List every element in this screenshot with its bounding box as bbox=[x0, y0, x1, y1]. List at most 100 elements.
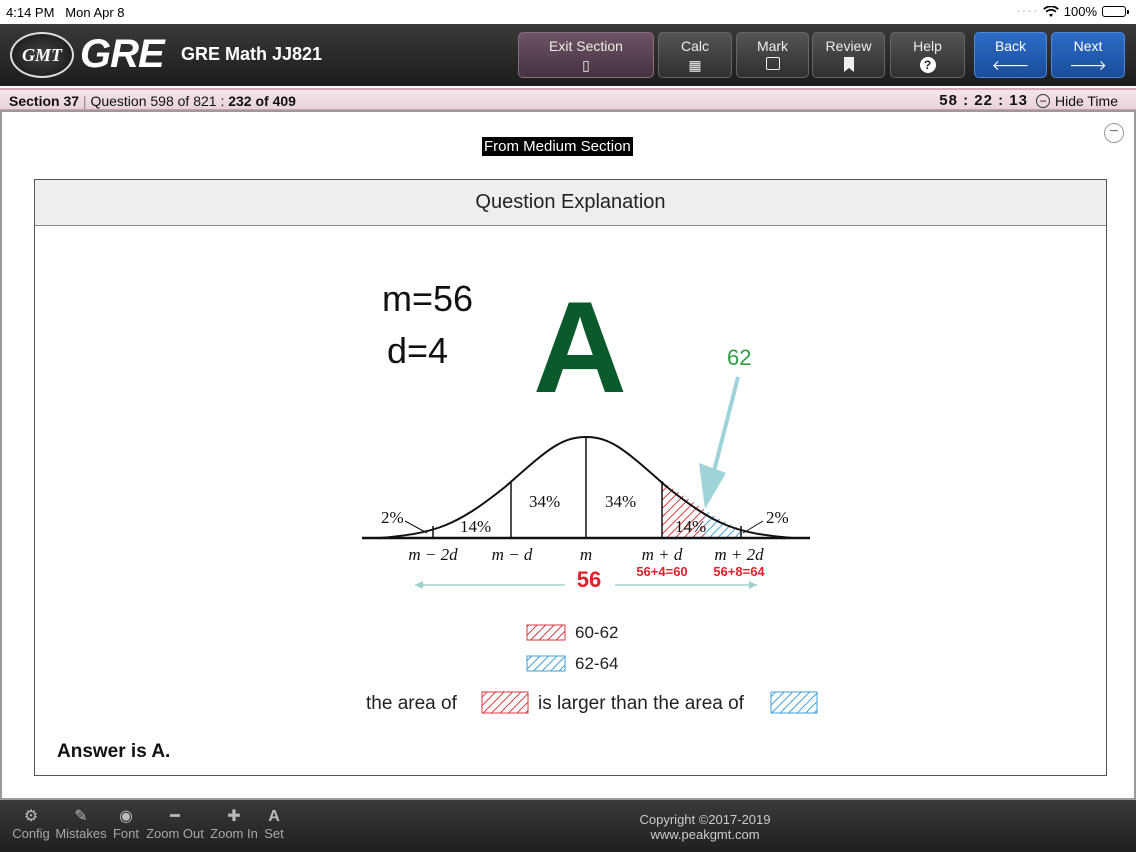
question-progress: 232 of 409 bbox=[228, 93, 296, 109]
tick-m-minus-2d: m − 2d bbox=[408, 545, 458, 564]
tick-m-plus-2d: m + 2d bbox=[714, 545, 764, 564]
calc-label: Calc bbox=[680, 38, 709, 54]
range-arrowhead-left bbox=[415, 581, 423, 589]
hide-time-label: Hide Time bbox=[1054, 92, 1118, 109]
exit-section-button[interactable]: Exit Section ▯ bbox=[518, 32, 654, 78]
next-label: Next bbox=[1073, 38, 1103, 54]
content-area: From Medium Section − Question Explanati… bbox=[0, 110, 1136, 800]
calc-button[interactable]: Calc ▦ bbox=[658, 32, 732, 78]
help-label: Help bbox=[913, 38, 942, 54]
target-icon: ◉ bbox=[119, 808, 133, 825]
comparison-prefix: the area of bbox=[366, 693, 458, 714]
tick-m: m bbox=[580, 545, 592, 564]
question-mark-icon: ? bbox=[919, 57, 936, 73]
font-a-icon: A bbox=[268, 808, 280, 825]
back-button[interactable]: Back 🡐 bbox=[974, 32, 1047, 78]
copyright-line2: www.peakgmt.com bbox=[650, 827, 760, 842]
battery-percent: 100% bbox=[1063, 4, 1097, 19]
minus-circle-icon: − bbox=[1035, 93, 1050, 108]
mean-label: m=56 bbox=[382, 278, 473, 319]
pct-center-right: 34% bbox=[605, 492, 636, 511]
wifi-icon bbox=[1042, 5, 1059, 17]
legend-red-label: 60-62 bbox=[575, 623, 618, 642]
explanation-panel: Question Explanation m=56 d=4 A 62 2% 14… bbox=[34, 179, 1107, 776]
minus-icon: ━ bbox=[170, 808, 180, 825]
next-button[interactable]: Next 🡒 bbox=[1051, 32, 1125, 78]
review-label: Review bbox=[825, 38, 872, 54]
mistakes-label: Mistakes bbox=[55, 826, 107, 841]
arrow-right-icon: 🡒 bbox=[1069, 57, 1107, 73]
copyright-line1: Copyright ©2017-2019 bbox=[639, 812, 771, 827]
hide-time-toggle[interactable]: − Hide Time bbox=[1035, 92, 1118, 109]
arrow-label-62: 62 bbox=[727, 345, 751, 370]
edit-icon: ✎ bbox=[74, 808, 88, 825]
plus-icon: ✚ bbox=[227, 808, 241, 825]
config-label: Config bbox=[12, 826, 50, 841]
zoom-in-label: Zoom In bbox=[210, 826, 258, 841]
review-button[interactable]: Review bbox=[812, 32, 885, 78]
mistakes-button[interactable]: ✎ Mistakes bbox=[54, 808, 108, 841]
pct-far-right: 2% bbox=[766, 508, 789, 527]
help-button[interactable]: Help ? bbox=[890, 32, 965, 78]
comparison-blue-swatch bbox=[770, 691, 818, 714]
pct-center-left: 34% bbox=[529, 492, 560, 511]
pointer-arrowhead bbox=[699, 463, 726, 509]
calculator-icon: ▦ bbox=[688, 57, 702, 73]
gre-logo: GRE bbox=[80, 32, 165, 76]
comparison-red-swatch bbox=[481, 691, 529, 714]
timer-area: 58 : 22 : 13 − Hide Time bbox=[939, 92, 1118, 109]
set-button[interactable]: A Set bbox=[262, 808, 286, 841]
ios-status-bar: 4:14 PM Mon Apr 8 ···· 100% bbox=[0, 0, 1136, 24]
status-time-date: 4:14 PM Mon Apr 8 bbox=[6, 5, 125, 20]
status-right: 100% bbox=[1042, 4, 1129, 19]
pct-right: 14% bbox=[675, 517, 706, 536]
zoom-out-button[interactable]: ━ Zoom Out bbox=[144, 808, 206, 841]
back-label: Back bbox=[994, 38, 1027, 54]
font-button[interactable]: ◉ Font bbox=[110, 808, 142, 841]
legend-blue-swatch bbox=[526, 655, 566, 672]
big-answer-letter: A bbox=[533, 274, 627, 420]
status-date: Mon Apr 8 bbox=[65, 5, 125, 20]
far-right-pointer bbox=[742, 520, 764, 534]
question-info: Question 598 of 821 bbox=[90, 93, 217, 109]
bookmark-icon bbox=[843, 57, 854, 72]
answer-text: Answer is A. bbox=[57, 741, 171, 762]
checkbox-icon bbox=[765, 57, 780, 70]
pct-far-left: 2% bbox=[381, 508, 404, 527]
section-label: Section 37 bbox=[9, 93, 80, 109]
tick-m-plus-d: m + d bbox=[642, 545, 683, 564]
font-label: Font bbox=[112, 826, 139, 841]
legend-red-swatch bbox=[526, 624, 566, 641]
tick-m-minus-d: m − d bbox=[492, 545, 533, 564]
calc-mean-value: 56 bbox=[577, 567, 601, 592]
zoom-out-label: Zoom Out bbox=[146, 826, 204, 841]
multitask-dots-icon: ···· bbox=[1016, 2, 1039, 18]
collapse-icon[interactable]: − bbox=[1104, 123, 1124, 143]
gear-icon: ⚙ bbox=[23, 808, 39, 825]
legend-blue-label: 62-64 bbox=[575, 654, 618, 673]
top-toolbar: GMT GRE GRE Math JJ821 Exit Section ▯ Ca… bbox=[0, 24, 1136, 86]
explanation-figure: m=56 d=4 A 62 2% 14% 34% 34% 14% 2% m − … bbox=[362, 274, 818, 714]
app-title: GRE Math JJ821 bbox=[181, 44, 323, 64]
pointer-arrow-shaft bbox=[709, 376, 740, 484]
set-label: Set bbox=[264, 826, 284, 841]
comparison-middle: is larger than the area of bbox=[538, 693, 745, 714]
arrow-left-icon: 🡐 bbox=[991, 57, 1030, 73]
mark-label: Mark bbox=[756, 38, 789, 54]
section-bar: Section 37 | Question 598 of 821 : 232 o… bbox=[0, 88, 1136, 110]
zoom-in-button[interactable]: ✚ Zoom In bbox=[208, 808, 260, 841]
pct-left: 14% bbox=[460, 517, 491, 536]
calc-plus-2d: 56+8=64 bbox=[713, 564, 765, 579]
calc-plus-d: 56+4=60 bbox=[636, 564, 687, 579]
mark-button[interactable]: Mark bbox=[736, 32, 809, 78]
section-info: Section 37 | Question 598 of 821 : 232 o… bbox=[9, 93, 296, 109]
gmt-logo-badge: GMT bbox=[10, 32, 74, 78]
range-arrowhead-right bbox=[749, 581, 757, 589]
copyright: Copyright ©2017-2019 www.peakgmt.com bbox=[600, 812, 810, 842]
battery-icon bbox=[1102, 6, 1129, 17]
deviation-label: d=4 bbox=[387, 330, 448, 371]
timer: 58 : 22 : 13 bbox=[939, 92, 1028, 109]
far-left-pointer bbox=[404, 520, 428, 534]
config-button[interactable]: ⚙ Config bbox=[10, 808, 52, 841]
bottom-toolbar: ⚙ Config ✎ Mistakes ◉ Font ━ Zoom Out ✚ … bbox=[0, 800, 1136, 852]
